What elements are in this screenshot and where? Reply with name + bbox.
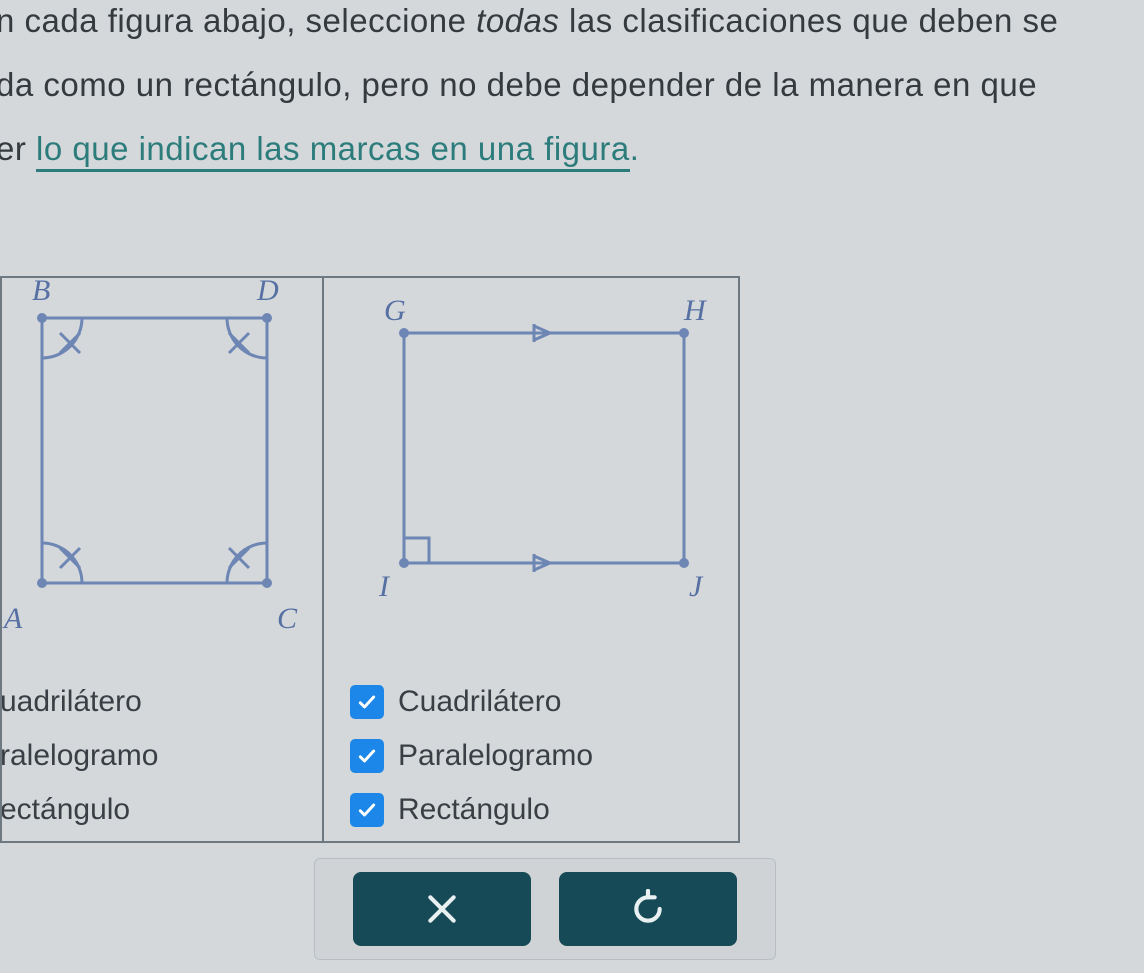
instr1-pre: n cada figura abajo, seleccione [0, 2, 476, 39]
figures-row: B D A C [0, 276, 740, 843]
option-row-left-2[interactable]: ectángulo [0, 793, 288, 827]
page-root: { "instructions": { "line1_pre": "n cada… [0, 0, 1144, 973]
instruction-line-3: er lo que indican las marcas en una figu… [0, 130, 639, 168]
figure-right-svg: G H I J [324, 278, 738, 638]
instr1-post: las clasificaciones que deben se [559, 2, 1058, 39]
label-D: D [256, 278, 279, 307]
instr1-italic: todas [476, 2, 559, 39]
instruction-line-1: n cada figura abajo, seleccione todas la… [0, 2, 1058, 40]
checkbox-right-1[interactable] [350, 739, 384, 773]
reset-button[interactable] [559, 872, 737, 946]
figure-panel-left: B D A C [0, 276, 322, 843]
label-G: G [384, 294, 406, 327]
figure-panel-right: G H I J [322, 276, 740, 843]
option-label-left-2: ectángulo [0, 793, 130, 827]
label-J: J [689, 570, 704, 603]
label-B: B [32, 278, 50, 307]
undo-icon [628, 889, 668, 929]
close-icon [422, 889, 462, 929]
option-label-left-0: uadrilátero [0, 685, 142, 719]
checkbox-right-0[interactable] [350, 685, 384, 719]
action-button-bar [314, 858, 776, 960]
check-icon [357, 800, 377, 820]
option-label-right-1: Paralelogramo [398, 739, 593, 773]
help-link[interactable]: lo que indican las marcas en una figura [36, 130, 630, 172]
option-row-right-1[interactable]: Paralelogramo [350, 739, 593, 773]
instr3-post: . [630, 130, 640, 167]
instr3-pre: er [0, 130, 36, 167]
figure-left-svg: B D A C [2, 278, 322, 638]
label-H: H [683, 294, 708, 327]
instruction-line-2: da como un rectángulo, pero no debe depe… [0, 66, 1037, 104]
label-I: I [378, 570, 391, 603]
close-button[interactable] [353, 872, 531, 946]
options-left: uadrilátero ralelogramo ectángulo [0, 665, 288, 827]
checkbox-right-2[interactable] [350, 793, 384, 827]
option-label-left-1: ralelogramo [0, 739, 158, 773]
options-right: Cuadrilátero Paralelogramo Rectángulo [350, 665, 593, 827]
option-row-left-0[interactable]: uadrilátero [0, 685, 288, 719]
option-row-left-1[interactable]: ralelogramo [0, 739, 288, 773]
option-label-right-0: Cuadrilátero [398, 685, 561, 719]
label-C: C [277, 602, 298, 635]
option-row-right-0[interactable]: Cuadrilátero [350, 685, 593, 719]
check-icon [357, 692, 377, 712]
option-row-right-2[interactable]: Rectángulo [350, 793, 593, 827]
check-icon [357, 746, 377, 766]
option-label-right-2: Rectángulo [398, 793, 550, 827]
label-A: A [2, 602, 23, 635]
